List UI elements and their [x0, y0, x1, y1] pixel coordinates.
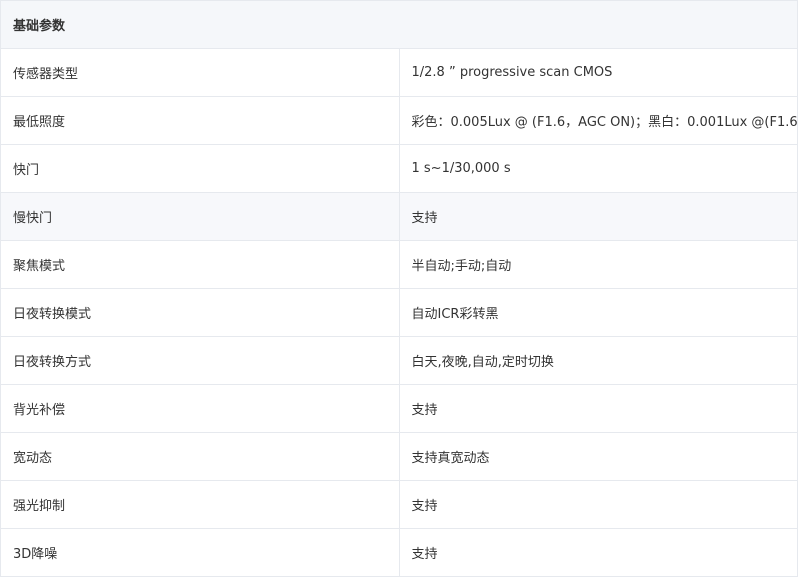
spec-row-day-night-mode: 日夜转换模式 自动ICR彩转黑 — [0, 288, 798, 337]
spec-label: 背光补偿 — [0, 384, 400, 433]
spec-row-day-night-method: 日夜转换方式 白天,夜晚,自动,定时切换 — [0, 336, 798, 385]
spec-value: 自动ICR彩转黑 — [399, 288, 798, 337]
spec-value: 支持 — [399, 480, 798, 529]
spec-label: 3D降噪 — [0, 528, 400, 577]
spec-label: 日夜转换方式 — [0, 336, 400, 385]
spec-label: 日夜转换模式 — [0, 288, 400, 337]
spec-row-backlight-compensation: 背光补偿 支持 — [0, 384, 798, 433]
spec-row-3d-dnr: 3D降噪 支持 — [0, 528, 798, 577]
spec-value: 1/2.8 ” progressive scan CMOS — [399, 48, 798, 97]
spec-label: 聚焦模式 — [0, 240, 400, 289]
spec-label: 慢快门 — [0, 192, 400, 241]
spec-label: 快门 — [0, 144, 400, 193]
spec-row-shutter: 快门 1 s~1/30,000 s — [0, 144, 798, 193]
spec-row-wdr: 宽动态 支持真宽动态 — [0, 432, 798, 481]
spec-row-hlc: 强光抑制 支持 — [0, 480, 798, 529]
spec-value: 支持 — [399, 384, 798, 433]
spec-row-slow-shutter: 慢快门 支持 — [0, 192, 798, 241]
spec-value: 支持真宽动态 — [399, 432, 798, 481]
spec-row-min-illumination: 最低照度 彩色：0.005Lux @ (F1.6，AGC ON)；黑白：0.00… — [0, 96, 798, 145]
spec-value: 支持 — [399, 192, 798, 241]
spec-label: 强光抑制 — [0, 480, 400, 529]
spec-label: 宽动态 — [0, 432, 400, 481]
spec-table: 基础参数 传感器类型 1/2.8 ” progressive scan CMOS… — [0, 0, 798, 577]
spec-value: 白天,夜晚,自动,定时切换 — [399, 336, 798, 385]
spec-label: 最低照度 — [0, 96, 400, 145]
spec-value: 支持 — [399, 528, 798, 577]
spec-value: 1 s~1/30,000 s — [399, 144, 798, 193]
spec-row-focus-mode: 聚焦模式 半自动;手动;自动 — [0, 240, 798, 289]
spec-value: 彩色：0.005Lux @ (F1.6，AGC ON)；黑白：0.001Lux … — [399, 96, 798, 145]
section-title: 基础参数 — [0, 0, 798, 49]
spec-value: 半自动;手动;自动 — [399, 240, 798, 289]
spec-row-sensor-type: 传感器类型 1/2.8 ” progressive scan CMOS — [0, 48, 798, 97]
section-header-row: 基础参数 — [0, 0, 798, 49]
spec-label: 传感器类型 — [0, 48, 400, 97]
